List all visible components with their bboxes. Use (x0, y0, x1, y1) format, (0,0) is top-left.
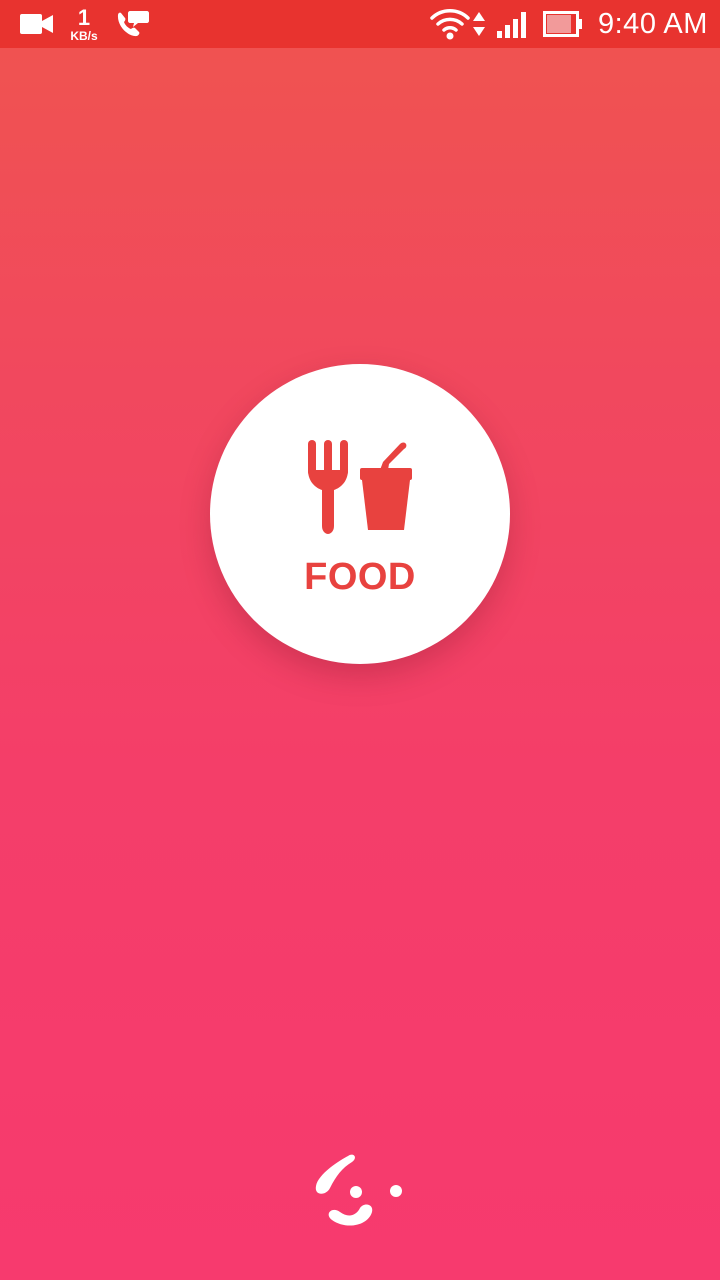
network-speed-unit: KB/s (70, 28, 98, 43)
status-bar: 1 KB/s 9:40 AM (0, 0, 720, 48)
status-time: 9:40 AM (598, 7, 708, 40)
wifi-icon (430, 0, 470, 48)
app-screen: 1 KB/s 9:40 AM FOOD (0, 0, 720, 1280)
category-label: FOOD (304, 556, 416, 598)
brand-logo-icon (312, 1146, 408, 1238)
cellular-signal-icon (496, 0, 532, 48)
battery-icon (543, 0, 583, 48)
network-speed-indicator: 1 KB/s (64, 0, 104, 48)
call-message-icon (114, 0, 150, 48)
video-camera-icon (20, 0, 54, 48)
data-transfer-icon (472, 0, 486, 48)
fork-and-drink-icon (304, 436, 416, 536)
network-speed-value: 1 (77, 4, 91, 30)
